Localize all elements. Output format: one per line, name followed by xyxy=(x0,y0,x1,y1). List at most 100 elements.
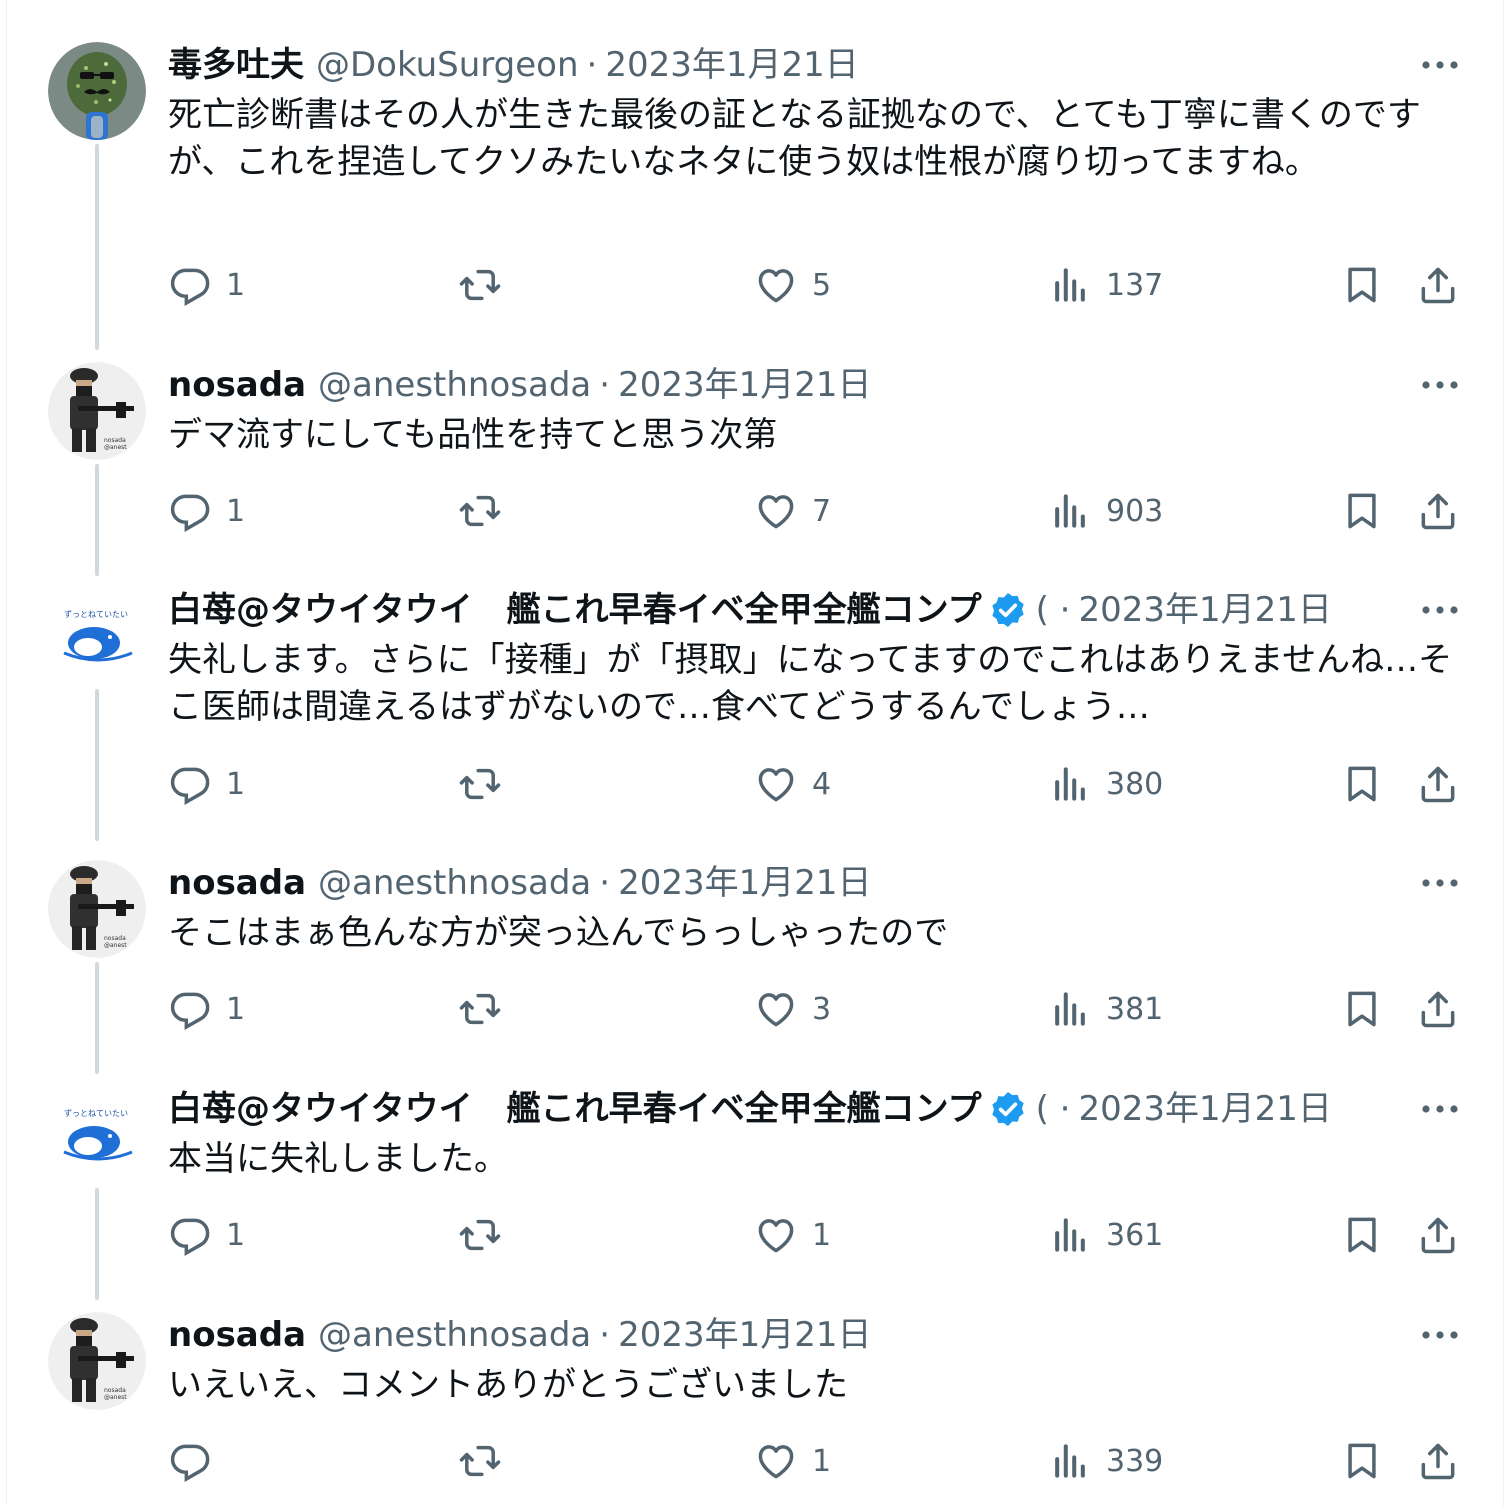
like-button[interactable]: 1 xyxy=(754,1210,831,1260)
reply-button[interactable]: 1 xyxy=(168,486,245,536)
tweet-date[interactable]: 2023年1月21日 xyxy=(1078,1084,1331,1134)
reply-button[interactable] xyxy=(168,1436,226,1486)
like-button[interactable]: 4 xyxy=(754,759,831,809)
more-options-button[interactable] xyxy=(1418,1084,1462,1134)
share-icon xyxy=(1421,766,1455,803)
more-options-button[interactable] xyxy=(1418,40,1462,90)
tweet-header: nosada @anesthnosada · 2023年1月21日 xyxy=(168,1310,872,1360)
more-options-button[interactable] xyxy=(1418,585,1462,635)
like-count: 4 xyxy=(812,766,832,802)
views-button[interactable]: 339 xyxy=(1048,1436,1163,1486)
share-button[interactable] xyxy=(1416,1436,1460,1486)
share-button[interactable] xyxy=(1416,984,1460,1034)
avatar[interactable]: nosada @anest xyxy=(48,362,146,460)
bookmark-icon xyxy=(1348,991,1376,1027)
retweet-button[interactable] xyxy=(458,1210,502,1260)
avatar[interactable]: nosada @anest xyxy=(48,1312,146,1410)
views-count: 381 xyxy=(1106,991,1164,1027)
avatar[interactable]: ずっとねていたい xyxy=(48,1086,146,1184)
bookmark-button[interactable] xyxy=(1340,984,1384,1034)
tweet-header: nosada @anesthnosada · 2023年1月21日 xyxy=(168,858,872,908)
bookmark-button[interactable] xyxy=(1340,1210,1384,1260)
bookmark-button[interactable] xyxy=(1340,1436,1384,1486)
author-name[interactable]: nosada xyxy=(168,1310,306,1360)
views-count: 137 xyxy=(1106,267,1164,303)
penguin-illustration-avatar-icon: ずっとねていたい xyxy=(48,1086,146,1184)
avatar-overlay-text: ずっとねていたい xyxy=(64,609,128,619)
retweet-button[interactable] xyxy=(458,260,502,310)
separator: · xyxy=(1059,1089,1071,1129)
like-button[interactable]: 1 xyxy=(754,1436,831,1486)
views-chart-icon xyxy=(1055,494,1085,528)
more-options-button[interactable] xyxy=(1418,858,1462,908)
retweet-button[interactable] xyxy=(458,1436,502,1486)
views-button[interactable]: 137 xyxy=(1048,260,1163,310)
reply-thread: 毒多吐夫 @DokuSurgeon · 2023年1月21日 死亡診断書はその人… xyxy=(0,0,1506,1506)
retweet-button[interactable] xyxy=(458,486,502,536)
avatar-overlay-text: @anest xyxy=(104,942,127,949)
tweet-date[interactable]: 2023年1月21日 xyxy=(618,360,871,410)
tweet-date[interactable]: 2023年1月21日 xyxy=(605,40,858,90)
views-button[interactable]: 903 xyxy=(1048,486,1163,536)
like-button[interactable]: 7 xyxy=(754,486,831,536)
author-handle[interactable]: @anesthnosada xyxy=(318,1310,591,1360)
author-handle[interactable]: @DokuSurgeon xyxy=(316,40,579,90)
share-button[interactable] xyxy=(1416,759,1460,809)
more-dots-icon xyxy=(1422,381,1458,389)
author-name[interactable]: nosada xyxy=(168,360,306,410)
bookmark-icon xyxy=(1348,267,1376,303)
views-chart-icon xyxy=(1055,992,1085,1026)
avatar-overlay-text: @anest xyxy=(104,444,127,451)
tweet-actions: 1 339 xyxy=(168,1436,1464,1486)
share-icon xyxy=(1421,1217,1455,1254)
avatar[interactable]: nosada @anest xyxy=(48,860,146,958)
views-button[interactable]: 361 xyxy=(1048,1210,1163,1260)
tweet-text: そこはまぁ色んな方が突っ込んでらっしゃったので xyxy=(168,913,949,953)
more-options-button[interactable] xyxy=(1418,1310,1462,1360)
author-name[interactable]: 白苺@タウイタウイ 艦これ早春イベ全甲全艦コンプ xyxy=(168,585,982,635)
bookmark-button[interactable] xyxy=(1340,486,1384,536)
author-handle[interactable]: @anesthnosada xyxy=(318,858,591,908)
views-button[interactable]: 381 xyxy=(1048,984,1163,1034)
soldier-figure-avatar-icon: nosada @anest xyxy=(48,1312,146,1410)
author-name[interactable]: 毒多吐夫 xyxy=(168,40,304,90)
author-name[interactable]: 白苺@タウイタウイ 艦これ早春イベ全甲全艦コンプ xyxy=(168,1084,982,1134)
more-options-button[interactable] xyxy=(1418,360,1462,410)
author-handle[interactable]: ( xyxy=(1036,585,1052,635)
like-button[interactable]: 3 xyxy=(754,984,831,1034)
like-count: 3 xyxy=(812,991,832,1027)
share-button[interactable] xyxy=(1416,486,1460,536)
verified-badge-icon xyxy=(991,1092,1024,1126)
heart-icon xyxy=(758,269,794,303)
tweet-date[interactable]: 2023年1月21日 xyxy=(1078,585,1331,635)
reply-count: 1 xyxy=(226,493,246,529)
reply-button[interactable]: 1 xyxy=(168,260,245,310)
retweet-button[interactable] xyxy=(458,984,502,1034)
author-name[interactable]: nosada xyxy=(168,858,306,908)
verified-badge xyxy=(988,590,1028,630)
avatar[interactable]: ずっとねていたい xyxy=(48,587,146,685)
avatar[interactable] xyxy=(48,42,146,140)
tweet-date[interactable]: 2023年1月21日 xyxy=(618,858,871,908)
reply-button[interactable]: 1 xyxy=(168,759,245,809)
like-count: 1 xyxy=(812,1217,832,1253)
tweet-text: 本当に失礼しました。 xyxy=(168,1139,508,1179)
avatar-overlay-text: ずっとねていたい xyxy=(64,1108,128,1118)
tweet-header: 白苺@タウイタウイ 艦これ早春イベ全甲全艦コンプ ( · 2023年1月21日 xyxy=(168,585,1332,635)
tweet-actions: 1 7 903 xyxy=(168,486,1464,536)
share-button[interactable] xyxy=(1416,1210,1460,1260)
like-button[interactable]: 5 xyxy=(754,260,831,310)
views-button[interactable]: 380 xyxy=(1048,759,1163,809)
share-button[interactable] xyxy=(1416,260,1460,310)
bookmark-button[interactable] xyxy=(1340,260,1384,310)
author-handle[interactable]: @anesthnosada xyxy=(318,360,591,410)
bookmark-button[interactable] xyxy=(1340,759,1384,809)
tweet-text: 死亡診断書はその人が生きた最後の証となる証拠なので、とても丁寧に書くのですが、こ… xyxy=(168,95,1421,182)
heart-icon xyxy=(758,993,794,1027)
tweet-date[interactable]: 2023年1月21日 xyxy=(618,1310,871,1360)
reply-button[interactable]: 1 xyxy=(168,1210,245,1260)
author-handle[interactable]: ( xyxy=(1036,1084,1052,1134)
reply-button[interactable]: 1 xyxy=(168,984,245,1034)
tweet-header: nosada @anesthnosada · 2023年1月21日 xyxy=(168,360,872,410)
retweet-button[interactable] xyxy=(458,759,502,809)
